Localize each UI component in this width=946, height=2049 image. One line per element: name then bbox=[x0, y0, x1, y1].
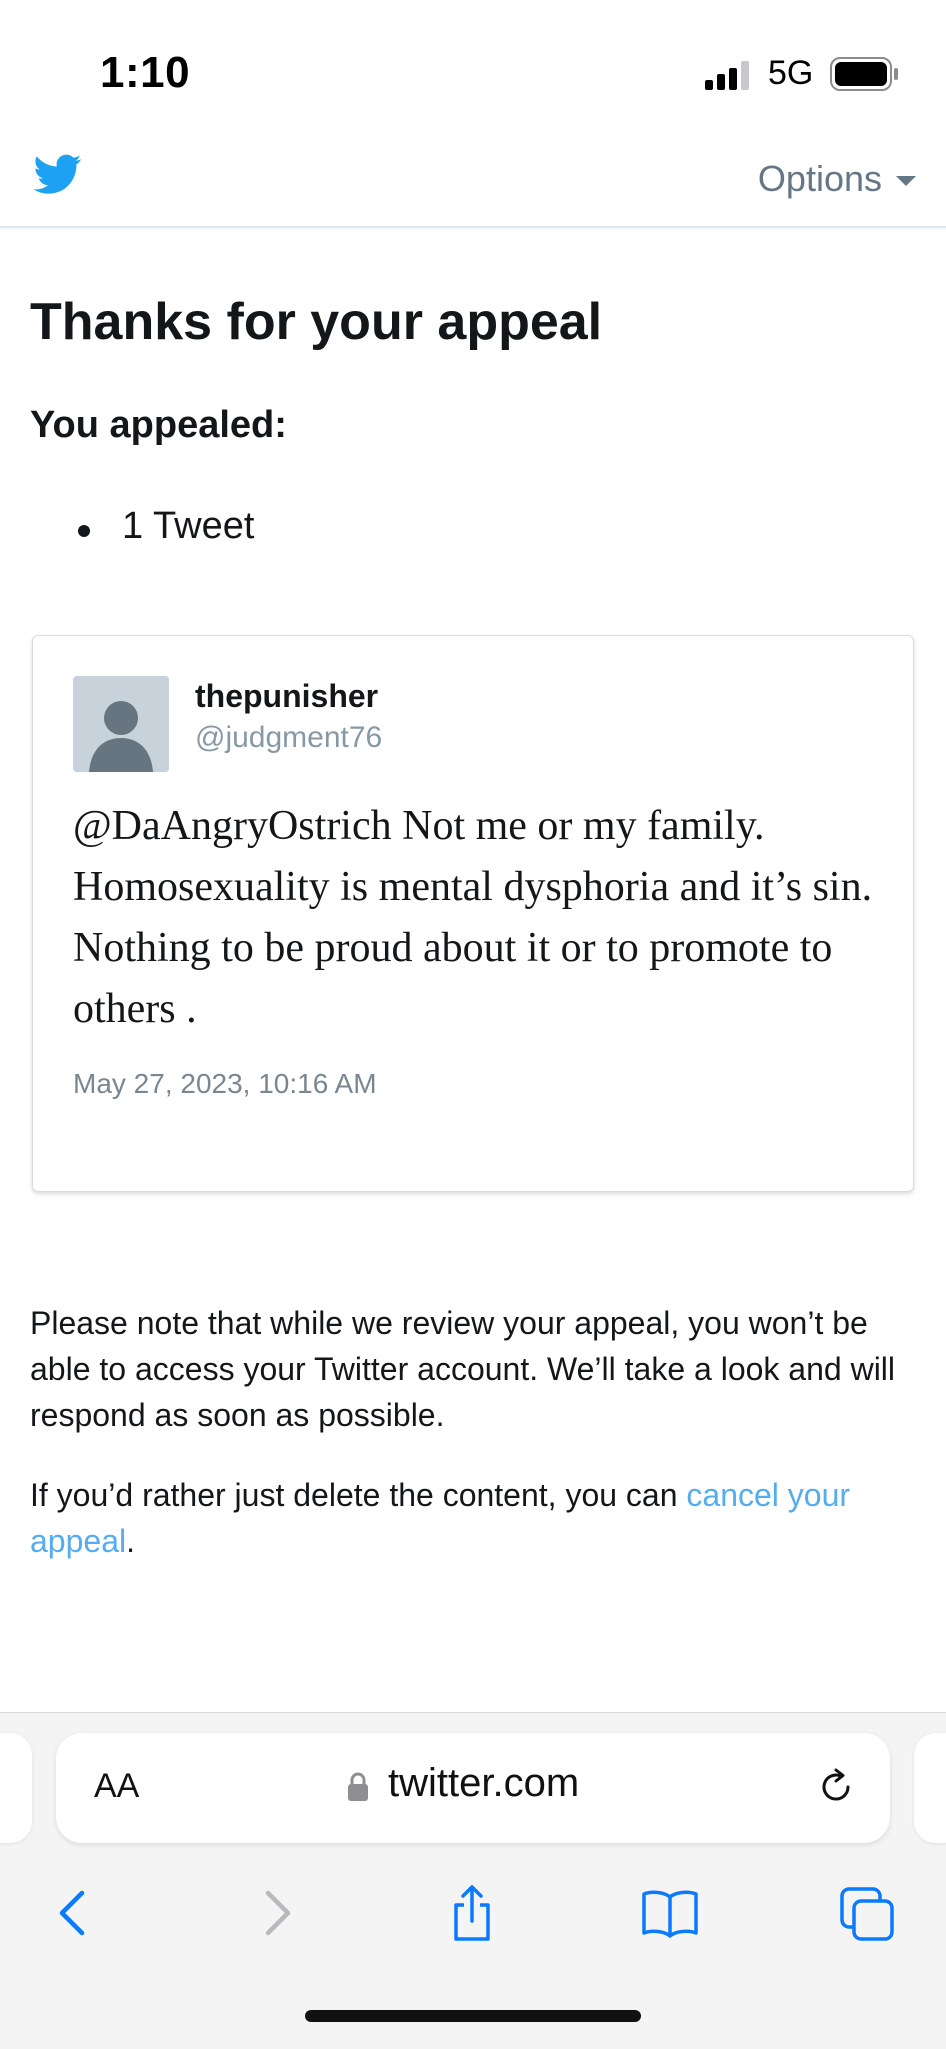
delete-notice: If you’d rather just delete the content,… bbox=[30, 1472, 920, 1564]
default-avatar-icon bbox=[73, 676, 169, 772]
status-bar: 1:10 5G bbox=[0, 0, 946, 140]
lock-icon bbox=[348, 1772, 368, 1801]
reload-icon[interactable] bbox=[814, 1765, 858, 1809]
appealed-heading: You appealed: bbox=[30, 404, 287, 446]
tweet-card: thepunisher @judgment76 @DaAngryOstrich … bbox=[32, 635, 914, 1192]
share-icon[interactable] bbox=[442, 1883, 502, 1943]
twitter-header: Options bbox=[0, 140, 946, 228]
browser-toolbar: AA twitter.com bbox=[0, 1712, 946, 2049]
signal-icon bbox=[705, 61, 749, 90]
options-label: Options bbox=[757, 158, 882, 199]
home-indicator[interactable] bbox=[305, 2010, 641, 2022]
bookmarks-icon[interactable] bbox=[640, 1883, 700, 1943]
text-size-button[interactable]: AA bbox=[94, 1767, 139, 1806]
status-time: 1:10 bbox=[100, 48, 191, 97]
next-tab-pill[interactable] bbox=[914, 1733, 946, 1843]
tweet-display-name: thepunisher bbox=[195, 678, 379, 714]
tweet-date: May 27, 2023, 10:16 AM bbox=[73, 1068, 377, 1099]
tweet-text: @DaAngryOstrich Not me or my family. Hom… bbox=[73, 803, 873, 1032]
options-menu[interactable]: Options bbox=[758, 158, 916, 200]
bullet-dot bbox=[78, 525, 90, 537]
address-bar[interactable]: AA twitter.com bbox=[56, 1733, 890, 1843]
page-title: Thanks for your appeal bbox=[30, 293, 603, 351]
chevron-down-icon bbox=[896, 176, 916, 186]
delete-notice-prefix: If you’d rather just delete the content,… bbox=[30, 1477, 687, 1513]
appealed-list: 1 Tweet bbox=[78, 505, 254, 548]
url-text[interactable]: twitter.com bbox=[388, 1761, 579, 1806]
previous-tab-pill[interactable] bbox=[0, 1733, 32, 1843]
network-label: 5G bbox=[768, 54, 814, 92]
avatar bbox=[73, 676, 169, 772]
delete-notice-suffix: . bbox=[126, 1523, 135, 1559]
review-notice: Please note that while we review your ap… bbox=[30, 1305, 896, 1433]
battery-icon bbox=[830, 57, 898, 91]
browser-nav bbox=[0, 1875, 946, 1955]
forward-icon[interactable] bbox=[246, 1883, 306, 1943]
list-item: 1 Tweet bbox=[78, 505, 254, 548]
list-item-label: 1 Tweet bbox=[122, 505, 255, 547]
tabs-icon[interactable] bbox=[838, 1883, 898, 1943]
twitter-bird-icon[interactable] bbox=[30, 150, 86, 198]
back-icon[interactable] bbox=[44, 1883, 104, 1943]
tweet-handle: @judgment76 bbox=[195, 721, 383, 754]
